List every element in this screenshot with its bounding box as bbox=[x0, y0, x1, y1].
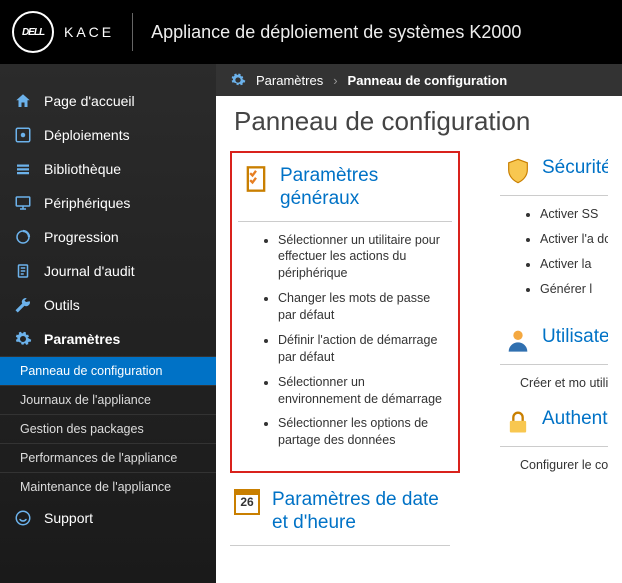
breadcrumb-root[interactable]: Paramètres bbox=[256, 73, 323, 88]
breadcrumb-current: Panneau de configuration bbox=[348, 73, 508, 88]
sidebar-item-audit[interactable]: Journal d'audit bbox=[0, 254, 216, 288]
sidebar-item-settings[interactable]: Paramètres bbox=[0, 322, 216, 356]
wrench-icon bbox=[14, 296, 32, 314]
list-item: Définir l'action de démarrage par défaut bbox=[278, 332, 448, 366]
brand-name: KACE bbox=[64, 24, 114, 40]
sidebar-item-devices[interactable]: Périphériques bbox=[0, 186, 216, 220]
sidebar-sub-control-panel[interactable]: Panneau de configuration bbox=[0, 356, 216, 385]
sidebar-item-label: Paramètres bbox=[44, 331, 120, 347]
sidebar-item-label: Progression bbox=[44, 229, 119, 245]
panel-datetime[interactable]: 26 Paramètres de date et d'heure bbox=[230, 483, 450, 546]
sidebar-item-library[interactable]: Bibliothèque bbox=[0, 152, 216, 186]
list-item: Générer l bbox=[540, 281, 608, 298]
sidebar-item-label: Journal d'audit bbox=[44, 263, 135, 279]
list-item: Activer la bbox=[540, 256, 608, 273]
panel-auth[interactable]: Authent utilisateu Configurer le confian… bbox=[500, 402, 608, 475]
sidebar-item-label: Bibliothèque bbox=[44, 161, 121, 177]
page-title: Panneau de configuration bbox=[216, 96, 622, 143]
dell-logo: DELL bbox=[12, 11, 54, 53]
sidebar-sub-appliance-logs[interactable]: Journaux de l'appliance bbox=[0, 385, 216, 414]
breadcrumb: Paramètres › Panneau de configuration bbox=[216, 64, 622, 96]
panel-general-settings[interactable]: Paramètres généraux Sélectionner un util… bbox=[230, 151, 460, 473]
clipboard-icon bbox=[14, 262, 32, 280]
top-bar: DELL KACE Appliance de déploiement de sy… bbox=[0, 0, 622, 64]
support-icon bbox=[14, 509, 32, 527]
list-item: Activer SS bbox=[540, 206, 608, 223]
sidebar: Page d'accueil Déploiements Bibliothèque… bbox=[0, 64, 216, 583]
sidebar-sub-appliance-perf[interactable]: Performances de l'appliance bbox=[0, 443, 216, 472]
sidebar-item-label: Support bbox=[44, 510, 93, 526]
checklist-icon bbox=[242, 165, 270, 193]
list-item: Sélectionner un environnement de démarra… bbox=[278, 374, 448, 408]
list-item: Sélectionner les options de partage des … bbox=[278, 415, 448, 449]
panel-title: Paramètres généraux bbox=[280, 165, 448, 211]
sidebar-item-label: Périphériques bbox=[44, 195, 130, 211]
panel-users[interactable]: Utilisate Créer et mo utilisateur bbox=[500, 320, 608, 393]
user-icon bbox=[504, 326, 532, 354]
deploy-icon bbox=[14, 126, 32, 144]
panel-list: Activer SS Activer l'a données e Activer… bbox=[500, 196, 608, 310]
list-item: Changer les mots de passe par défaut bbox=[278, 290, 448, 324]
panel-list: Sélectionner un utilitaire pour effectue… bbox=[238, 222, 452, 462]
separator bbox=[132, 13, 133, 51]
chevron-right-icon: › bbox=[333, 73, 337, 88]
monitor-icon bbox=[14, 194, 32, 212]
list-item: Sélectionner un utilitaire pour effectue… bbox=[278, 232, 448, 283]
sidebar-item-label: Déploiements bbox=[44, 127, 130, 143]
library-icon bbox=[14, 160, 32, 178]
panel-title: Authent utilisateu bbox=[542, 408, 608, 431]
panel-title: Sécurité bbox=[542, 157, 608, 180]
lock-icon bbox=[504, 408, 532, 436]
sidebar-item-home[interactable]: Page d'accueil bbox=[0, 84, 216, 118]
content-area: Paramètres › Panneau de configuration Pa… bbox=[216, 64, 622, 583]
panel-desc: Configurer le confiance av bbox=[500, 447, 608, 475]
sidebar-item-progress[interactable]: Progression bbox=[0, 220, 216, 254]
home-icon bbox=[14, 92, 32, 110]
progress-icon bbox=[14, 228, 32, 246]
sidebar-item-support[interactable]: Support bbox=[0, 501, 216, 535]
sidebar-item-label: Page d'accueil bbox=[44, 93, 135, 109]
gear-icon bbox=[14, 330, 32, 348]
panel-title: Utilisate bbox=[542, 326, 608, 349]
app-title: Appliance de déploiement de systèmes K20… bbox=[151, 22, 521, 43]
shield-icon bbox=[504, 157, 532, 185]
panel-title: Paramètres de date et d'heure bbox=[272, 489, 446, 535]
sidebar-sub-appliance-maint[interactable]: Maintenance de l'appliance bbox=[0, 472, 216, 501]
sidebar-item-label: Outils bbox=[44, 297, 80, 313]
sidebar-item-tools[interactable]: Outils bbox=[0, 288, 216, 322]
sidebar-sub-package-mgmt[interactable]: Gestion des packages bbox=[0, 414, 216, 443]
panel-desc: Créer et mo utilisateur bbox=[500, 365, 608, 393]
calendar-icon: 26 bbox=[234, 489, 262, 517]
panel-security[interactable]: Sécurité Activer SS Activer l'a données … bbox=[500, 151, 608, 310]
sidebar-item-deployments[interactable]: Déploiements bbox=[0, 118, 216, 152]
list-item: Activer l'a données e bbox=[540, 231, 608, 248]
gear-icon bbox=[230, 72, 246, 88]
